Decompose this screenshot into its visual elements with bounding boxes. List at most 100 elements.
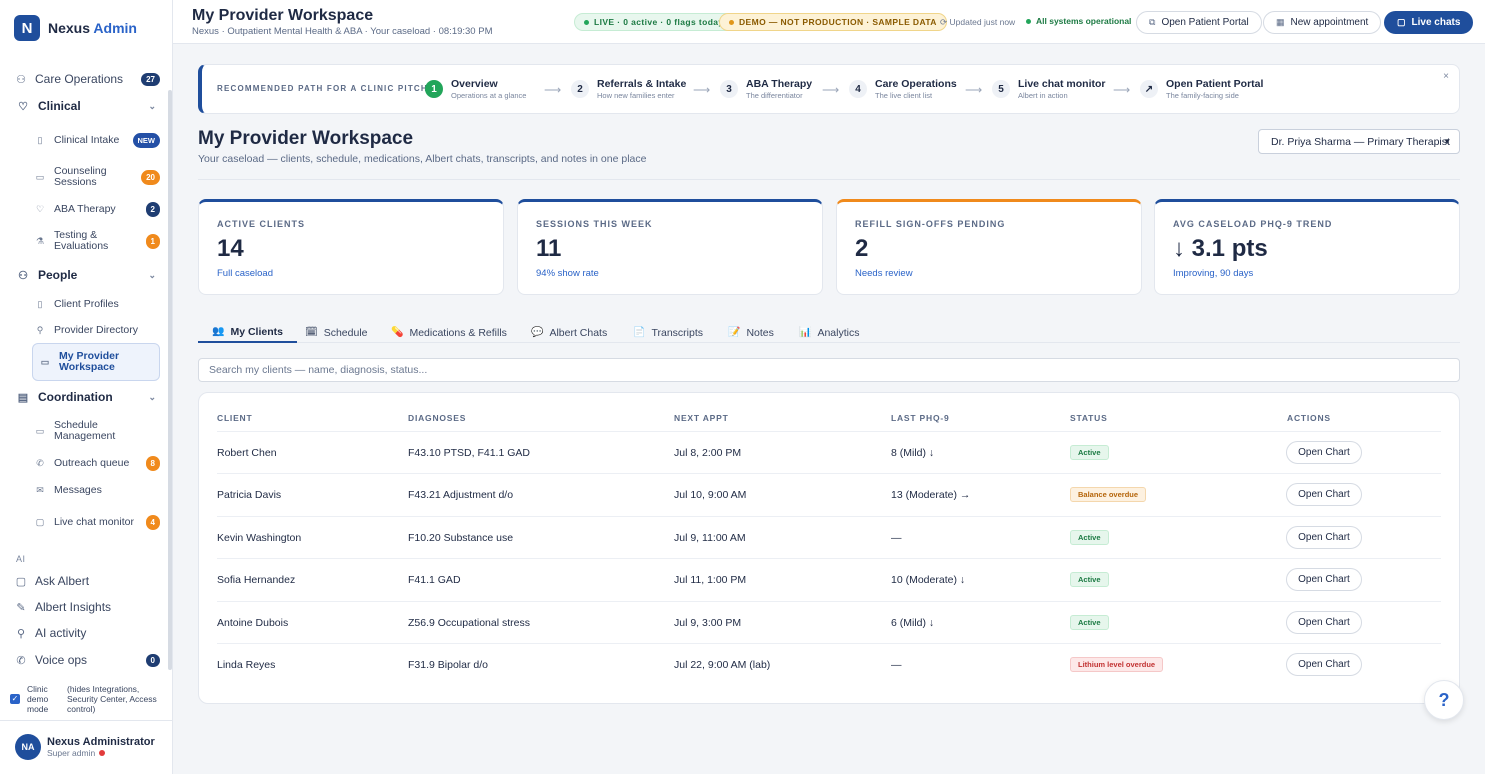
client-name: Patricia Davis bbox=[217, 489, 282, 501]
user-profile[interactable]: NA Nexus Administrator Super admin bbox=[15, 734, 155, 760]
table-row[interactable]: Patricia Davis F43.21 Adjustment d/o Jul… bbox=[217, 473, 1441, 515]
status-badge: Active bbox=[1070, 572, 1109, 587]
tab-schedule[interactable]: 🗓 Schedule bbox=[305, 322, 368, 343]
path-step-overview[interactable]: 1 Overview Operations at a glance bbox=[425, 78, 526, 100]
diagnoses: F43.10 PTSD, F41.1 GAD bbox=[408, 447, 530, 459]
open-chart-button[interactable]: Open Chart bbox=[1286, 483, 1362, 506]
heart-icon: ♡ bbox=[35, 203, 45, 214]
section-clinical[interactable]: ♡ Clinical ⌄ bbox=[16, 95, 156, 117]
calendar-icon: ▭ bbox=[35, 425, 45, 436]
document-icon: ▯ bbox=[37, 134, 43, 145]
recommended-path-banner: RECOMMENDED PATH FOR A CLINIC PITCH 1 Ov… bbox=[198, 64, 1460, 114]
column-header: STATUS bbox=[1070, 413, 1108, 423]
workspace-title: My Provider Workspace bbox=[198, 128, 414, 149]
page-title: My Provider Workspace bbox=[192, 7, 374, 24]
arrow-right-icon: ⟶ bbox=[544, 83, 562, 97]
live-chats-button[interactable]: ▢ Live chats bbox=[1384, 11, 1474, 34]
phone-icon: ✆ bbox=[36, 457, 44, 468]
refresh-icon: ⟳ bbox=[940, 17, 948, 27]
tab-notes[interactable]: 📝 Notes bbox=[728, 322, 774, 343]
path-step-live-chat-monitor[interactable]: 5 Live chat monitor Albert in action bbox=[992, 78, 1106, 100]
sidebar-item-schedule-management[interactable]: ▭ Schedule Management bbox=[34, 419, 160, 443]
section-coordination[interactable]: ▤ Coordination ⌄ bbox=[16, 386, 156, 408]
last-phq9: 8 (Mild) ↓ bbox=[891, 447, 935, 459]
tab-medications-refills[interactable]: 💊 Medications & Refills bbox=[391, 322, 507, 343]
open-chart-button[interactable]: Open Chart bbox=[1286, 441, 1362, 464]
sidebar-item-my-provider-workspace[interactable]: ▭ My Provider Workspace bbox=[32, 343, 160, 381]
arrow-right-icon: ⟶ bbox=[693, 83, 711, 97]
next-appt: Jul 9, 11:00 AM bbox=[674, 532, 746, 544]
user-role: Super admin bbox=[47, 748, 155, 758]
chart-icon: 📊 bbox=[799, 327, 812, 338]
path-step-aba-therapy[interactable]: 3 ABA Therapy The differentiator bbox=[720, 78, 812, 100]
tab-analytics[interactable]: 📊 Analytics bbox=[799, 322, 859, 343]
arrow-right-icon: ⟶ bbox=[1113, 83, 1131, 97]
status-badge: Lithium level overdue bbox=[1070, 657, 1164, 672]
calendar-icon: 🗓 bbox=[305, 327, 318, 338]
open-chart-button[interactable]: Open Chart bbox=[1286, 653, 1362, 676]
table-row[interactable]: Kevin Washington F10.20 Substance use Ju… bbox=[217, 516, 1441, 558]
table-row[interactable]: Linda Reyes F31.9 Bipolar d/o Jul 22, 9:… bbox=[217, 643, 1441, 685]
next-appt: Jul 8, 2:00 PM bbox=[674, 447, 742, 459]
tab-my-clients[interactable]: 👥 My Clients bbox=[198, 322, 297, 343]
open-chart-button[interactable]: Open Chart bbox=[1286, 526, 1362, 549]
sidebar-item-albert-insights[interactable]: ✎ Albert Insights bbox=[14, 596, 160, 618]
status-badge: Active bbox=[1070, 530, 1109, 545]
count-badge: 0 bbox=[145, 653, 160, 667]
column-header: ACTIONS bbox=[1287, 413, 1331, 423]
client-name: Sofia Hernandez bbox=[217, 574, 296, 586]
tab-transcripts[interactable]: 📄 Transcripts bbox=[633, 322, 703, 343]
sidebar-item-clinical-intake[interactable]: ▯ Clinical Intake NEW bbox=[34, 128, 160, 152]
open-chart-button[interactable]: Open Chart bbox=[1286, 611, 1362, 634]
sidebar-item-live-chat-monitor[interactable]: ▢ Live chat monitor 4 bbox=[34, 510, 160, 534]
open-patient-portal-button[interactable]: ⧉ Open Patient Portal bbox=[1136, 11, 1262, 34]
brand[interactable]: N Nexus Admin bbox=[14, 15, 137, 41]
diagnoses: F10.20 Substance use bbox=[408, 532, 514, 544]
client-search-input[interactable]: Search my clients — name, diagnosis, sta… bbox=[198, 358, 1460, 382]
sidebar-item-ai-activity[interactable]: ⚲ AI activity bbox=[14, 622, 160, 644]
next-appt: Jul 9, 3:00 PM bbox=[674, 617, 742, 629]
provider-select[interactable]: Dr. Priya Sharma — Primary Therapist ▼ bbox=[1258, 129, 1460, 154]
workspace-subtitle: Your caseload — clients, schedule, medic… bbox=[198, 153, 647, 165]
path-step-care-operations[interactable]: 4 Care Operations The live client list bbox=[849, 78, 957, 100]
demo-mode-label: Clinic demo mode bbox=[27, 684, 49, 714]
help-button[interactable]: ? bbox=[1424, 680, 1464, 720]
tab-albert-chats[interactable]: 💬 Albert Chats bbox=[531, 322, 607, 343]
stat-card-sessions-this-week: SESSIONS THIS WEEK 11 94% show rate bbox=[517, 199, 823, 295]
new-appointment-button[interactable]: ▦ New appointment bbox=[1263, 11, 1382, 34]
last-phq9: 6 (Mild) ↓ bbox=[891, 617, 935, 629]
page-subtitle: Nexus · Outpatient Mental Health & ABA ·… bbox=[192, 26, 493, 37]
table-row[interactable]: Robert Chen F43.10 PTSD, F41.1 GAD Jul 8… bbox=[217, 431, 1441, 473]
sidebar-scrollbar[interactable] bbox=[168, 90, 172, 670]
flask-icon: ⚗ bbox=[35, 235, 45, 246]
close-icon[interactable]: × bbox=[1443, 71, 1449, 82]
path-step-open-patient-portal[interactable]: ↗ Open Patient Portal The family-facing s… bbox=[1140, 78, 1263, 100]
client-name: Linda Reyes bbox=[217, 659, 276, 671]
next-appt: Jul 11, 1:00 PM bbox=[674, 574, 747, 586]
sidebar-item-voice-ops[interactable]: ✆ Voice ops 0 bbox=[14, 649, 160, 671]
sidebar-item-provider-directory[interactable]: ⚲ Provider Directory bbox=[34, 323, 160, 337]
diagnoses: F41.1 GAD bbox=[408, 574, 461, 586]
table-row[interactable]: Antoine Dubois Z56.9 Occupational stress… bbox=[217, 601, 1441, 643]
sidebar-item-care-operations[interactable]: ⚇ Care Operations 27 bbox=[14, 68, 160, 90]
sidebar-item-ask-albert[interactable]: ▢ Ask Albert bbox=[14, 570, 160, 592]
column-header: NEXT APPT bbox=[674, 413, 729, 423]
sidebar-item-aba-therapy[interactable]: ♡ ABA Therapy 2 bbox=[34, 201, 160, 217]
table-row[interactable]: Sofia Hernandez F41.1 GAD Jul 11, 1:00 P… bbox=[217, 558, 1441, 600]
demo-mode-checkbox[interactable]: ✓ bbox=[10, 694, 20, 704]
mail-icon: ✉ bbox=[36, 484, 44, 495]
diagnoses: F31.9 Bipolar d/o bbox=[408, 659, 488, 671]
demo-mode-toggle[interactable]: ✓ Clinic demo mode (hides Integrations, … bbox=[10, 684, 167, 714]
stat-card-active-clients: ACTIVE CLIENTS 14 Full caseload bbox=[198, 199, 504, 295]
person-icon: ⚲ bbox=[36, 324, 44, 335]
avatar: NA bbox=[15, 734, 41, 760]
sidebar-item-messages[interactable]: ✉ Messages bbox=[34, 483, 160, 497]
sidebar-item-client-profiles[interactable]: ▯ Client Profiles bbox=[34, 297, 160, 311]
path-step-referrals[interactable]: 2 Referrals & Intake How new families ent… bbox=[571, 78, 686, 100]
sidebar-item-outreach-queue[interactable]: ✆ Outreach queue 8 bbox=[34, 455, 160, 471]
sidebar-item-counseling-sessions[interactable]: ▭ Counseling Sessions 20 bbox=[34, 165, 160, 189]
sidebar-item-testing-evaluations[interactable]: ⚗ Testing & Evaluations 1 bbox=[34, 229, 160, 253]
sidebar: N Nexus Admin ⚇ Care Operations 27 ♡ Cli… bbox=[0, 0, 173, 774]
section-people[interactable]: ⚇ People ⌄ bbox=[16, 264, 156, 286]
open-chart-button[interactable]: Open Chart bbox=[1286, 568, 1362, 591]
